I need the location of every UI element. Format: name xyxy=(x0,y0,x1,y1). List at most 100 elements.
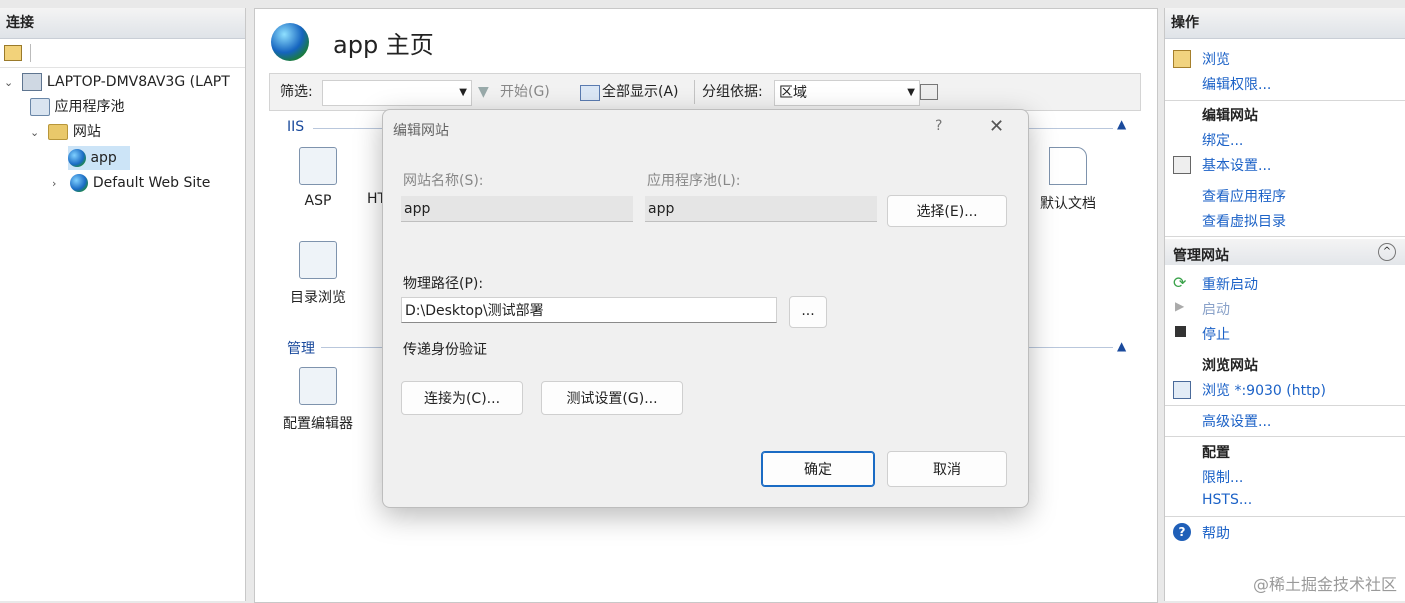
stop-icon xyxy=(1175,326,1186,337)
watermark: @稀土掘金技术社区 xyxy=(1252,575,1397,594)
edit-site-heading: 编辑网站 xyxy=(1202,108,1258,124)
cancel-button[interactable]: 取消 xyxy=(887,451,1007,487)
action-basic-settings[interactable]: 基本设置... xyxy=(1202,155,1271,175)
tree-item-sites[interactable]: ⌄ 网站 xyxy=(30,120,101,144)
section-iis-label: IIS xyxy=(287,119,305,135)
asp-icon xyxy=(299,147,337,185)
feature-default-document[interactable]: 默认文档 xyxy=(1023,147,1113,213)
dropdown-arrow-icon[interactable]: ▼ xyxy=(459,81,467,105)
configure-heading: 配置 xyxy=(1202,445,1230,461)
divider xyxy=(1165,405,1405,406)
collapse-section-icon[interactable]: ▲ xyxy=(1117,339,1126,353)
connect-as-button[interactable]: 连接为(C)... xyxy=(401,381,523,415)
tree-item-server[interactable]: ⌄ LAPTOP-DMV8AV3G (LAPT xyxy=(4,70,230,94)
action-limits[interactable]: 限制... xyxy=(1202,467,1243,487)
filter-input[interactable]: ▼ xyxy=(322,80,472,106)
action-browse-port[interactable]: 浏览 *:9030 (http) xyxy=(1202,380,1326,400)
folder-icon xyxy=(48,124,69,140)
show-all-button[interactable]: 全部显示(A) xyxy=(602,74,679,110)
browse-site-heading: 浏览网站 xyxy=(1202,358,1258,374)
tree-item-default-web-site[interactable]: › Default Web Site xyxy=(52,171,210,195)
show-all-icon xyxy=(580,85,600,101)
tree-item-label: app xyxy=(90,150,117,166)
actions-title: 操作 xyxy=(1165,8,1405,39)
filter-label: 筛选: xyxy=(280,84,313,100)
app-pool-label: 应用程序池(L): xyxy=(647,173,741,189)
globe-icon xyxy=(271,23,309,61)
connections-toolbar xyxy=(0,39,245,68)
chevron-down-icon[interactable]: ⌄ xyxy=(30,121,44,145)
toolbar-separator xyxy=(694,80,695,104)
collapse-icon[interactable]: ^ xyxy=(1378,243,1396,261)
select-app-pool-button[interactable]: 选择(E)... xyxy=(887,195,1007,227)
action-stop[interactable]: 停止 xyxy=(1202,324,1230,344)
manage-site-heading: 管理网站 xyxy=(1173,248,1229,264)
feature-configuration-editor[interactable]: 配置编辑器 xyxy=(273,367,363,433)
dropdown-arrow-icon[interactable]: ▼ xyxy=(907,81,915,105)
app-pool-icon xyxy=(30,98,50,116)
default-document-icon xyxy=(1049,147,1087,185)
feature-directory-browsing[interactable]: 目录浏览 xyxy=(273,241,363,307)
collapse-section-icon[interactable]: ▲ xyxy=(1117,117,1126,131)
action-view-virtual-directories[interactable]: 查看虚拟目录 xyxy=(1202,211,1286,231)
start-filter-button[interactable]: 开始(G) xyxy=(500,74,550,110)
divider xyxy=(1165,436,1405,437)
edit-site-dialog: 编辑网站 ? ✕ 网站名称(S): app 应用程序池(L): app 选择(E… xyxy=(382,109,1029,508)
basic-settings-icon xyxy=(1173,156,1191,174)
filter-funnel-icon: ▼ xyxy=(478,84,489,100)
connect-icon[interactable] xyxy=(4,45,22,61)
computer-icon xyxy=(22,73,43,91)
group-by-value: 区域 xyxy=(779,85,807,101)
feature-asp[interactable]: ASP xyxy=(273,147,363,209)
action-view-applications[interactable]: 查看应用程序 xyxy=(1202,186,1286,206)
browse-path-button[interactable]: ... xyxy=(789,296,827,328)
site-name-field: app xyxy=(401,196,633,222)
action-start: 启动 xyxy=(1202,302,1230,318)
directory-browsing-icon xyxy=(299,241,337,279)
action-help[interactable]: 帮助 xyxy=(1202,523,1230,543)
action-hsts[interactable]: HSTS... xyxy=(1202,492,1252,508)
browse-icon xyxy=(1173,381,1191,399)
group-by-label: 分组依据: xyxy=(702,84,763,100)
ok-button[interactable]: 确定 xyxy=(761,451,875,487)
filter-bar: 筛选: ▼ ▼ 开始(G) 全部显示(A) 分组依据: 区域 ▼ xyxy=(269,73,1141,111)
action-edit-permissions[interactable]: 编辑权限... xyxy=(1202,74,1271,94)
app-pool-field: app xyxy=(645,196,877,222)
configuration-editor-icon xyxy=(299,367,337,405)
physical-path-label: 物理路径(P): xyxy=(403,276,484,292)
action-browse[interactable]: 浏览 xyxy=(1202,49,1230,69)
divider xyxy=(1165,236,1405,237)
action-advanced-settings[interactable]: 高级设置... xyxy=(1202,411,1271,431)
tree-item-app[interactable]: app xyxy=(68,146,130,170)
chevron-right-icon[interactable]: › xyxy=(52,172,66,196)
divider xyxy=(1165,100,1405,101)
feature-label: 默认文档 xyxy=(1040,196,1096,212)
help-button[interactable]: ? xyxy=(935,118,942,134)
start-icon: ▶ xyxy=(1175,299,1185,313)
toolbar-separator xyxy=(30,44,31,62)
connections-title: 连接 xyxy=(0,8,245,39)
globe-icon xyxy=(70,174,89,192)
group-by-select[interactable]: 区域 ▼ xyxy=(774,80,920,106)
restart-icon: ⟳ xyxy=(1173,273,1187,292)
tree-item-label: 应用程序池 xyxy=(54,99,125,115)
test-settings-button[interactable]: 测试设置(G)... xyxy=(541,381,683,415)
feature-label: 目录浏览 xyxy=(290,290,346,306)
view-toggle-icon[interactable] xyxy=(920,84,938,100)
globe-icon xyxy=(68,149,86,167)
feature-label: 配置编辑器 xyxy=(283,416,353,432)
action-restart[interactable]: 重新启动 xyxy=(1202,274,1258,294)
passthrough-auth-label: 传递身份验证 xyxy=(403,342,487,358)
actions-panel: 操作 浏览 编辑权限... 编辑网站 绑定... 基本设置... 查看应用程序 … xyxy=(1164,8,1405,601)
close-icon[interactable]: ✕ xyxy=(989,116,1004,137)
explore-icon xyxy=(1173,50,1191,68)
section-manage-label: 管理 xyxy=(287,341,315,357)
tree-item-app-pools[interactable]: 应用程序池 xyxy=(30,95,124,119)
tree-item-label: Default Web Site xyxy=(92,175,211,191)
divider xyxy=(1165,516,1405,517)
tree-item-label: LAPTOP-DMV8AV3G (LAPT xyxy=(46,74,230,90)
physical-path-input[interactable]: D:\Desktop\测试部署 xyxy=(401,297,777,323)
help-icon: ? xyxy=(1173,523,1191,541)
action-bindings[interactable]: 绑定... xyxy=(1202,130,1243,150)
chevron-down-icon[interactable]: ⌄ xyxy=(4,71,18,95)
